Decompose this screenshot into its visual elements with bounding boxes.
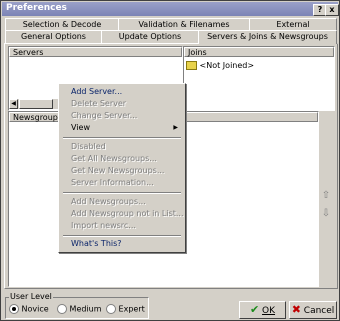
menu-item-get-new-newsgroups[interactable]: Get New Newsgroups... [60, 165, 184, 177]
preferences-window: Preferences ? x Selection & Decode Valid… [0, 0, 340, 321]
menu-item-delete-server[interactable]: Delete Server [60, 98, 184, 110]
servers-header[interactable]: Servers [9, 47, 182, 57]
menu-item-view[interactable]: View ▶ [60, 122, 184, 134]
ok-label: OK [262, 306, 276, 316]
submenu-arrow-icon: ▶ [173, 124, 178, 131]
menu-separator [63, 192, 181, 194]
menu-item-add-newsgroups[interactable]: Add Newsgroups... [60, 196, 184, 208]
radio-label: Novice [21, 304, 49, 314]
join-label: <Not Joined> [199, 61, 255, 70]
cancel-label: Cancel [303, 306, 335, 316]
menu-item-add-newsgroup-not-in-list[interactable]: Add Newsgroup not in List... [60, 208, 184, 220]
user-level-label: User Level [9, 292, 53, 301]
menu-item-view-label: View [71, 123, 90, 132]
radio-label: Expert [118, 304, 145, 314]
menu-item-disabled[interactable]: Disabled [60, 141, 184, 153]
menu-item-server-information[interactable]: Server Information... [60, 177, 184, 189]
context-menu: Add Server... Delete Server Change Serve… [58, 83, 186, 253]
list-item[interactable]: <Not Joined> [186, 61, 254, 71]
ok-button[interactable]: ✔ OK [239, 301, 286, 319]
radio-label: Medium [69, 304, 102, 314]
user-level-group: User Level Novice Medium Expert [5, 292, 149, 319]
window-title: Preferences [6, 3, 67, 13]
user-level-medium[interactable]: Medium [57, 304, 102, 314]
menu-separator [63, 137, 181, 139]
move-down-icon[interactable]: ⇩ [320, 207, 332, 221]
folder-icon [186, 61, 197, 70]
menu-item-change-server[interactable]: Change Server... [60, 110, 184, 122]
scroll-thumb[interactable] [19, 99, 53, 109]
user-level-expert[interactable]: Expert [106, 304, 145, 314]
radio-icon [106, 304, 116, 314]
tab-servers-joins-newsgroups[interactable]: Servers & Joins & Newsgroups [198, 30, 337, 44]
radio-icon [57, 304, 67, 314]
menu-item-get-all-newsgroups[interactable]: Get All Newsgroups... [60, 153, 184, 165]
close-button[interactable]: x [325, 4, 339, 16]
title-bar: Preferences ? x [2, 2, 339, 16]
cancel-button[interactable]: ✖ Cancel [289, 301, 337, 319]
check-icon: ✔ [249, 303, 260, 316]
menu-item-import-newsrc[interactable]: Import newsrc... [60, 220, 184, 232]
tab-general-options[interactable]: General Options [5, 30, 102, 44]
tab-update-options[interactable]: Update Options [101, 30, 199, 44]
user-level-novice[interactable]: Novice [9, 304, 49, 314]
joins-header[interactable]: Joins [184, 47, 334, 57]
radio-icon [9, 304, 19, 314]
x-icon: ✖ [291, 303, 301, 316]
joins-list[interactable]: Joins <Not Joined> [183, 46, 335, 111]
scroll-left-icon[interactable]: ◀ [9, 99, 18, 109]
menu-item-add-server[interactable]: Add Server... [60, 86, 184, 98]
move-up-icon[interactable]: ⇧ [320, 189, 332, 203]
menu-item-whats-this[interactable]: What's This? [60, 238, 184, 250]
menu-separator [63, 235, 181, 237]
